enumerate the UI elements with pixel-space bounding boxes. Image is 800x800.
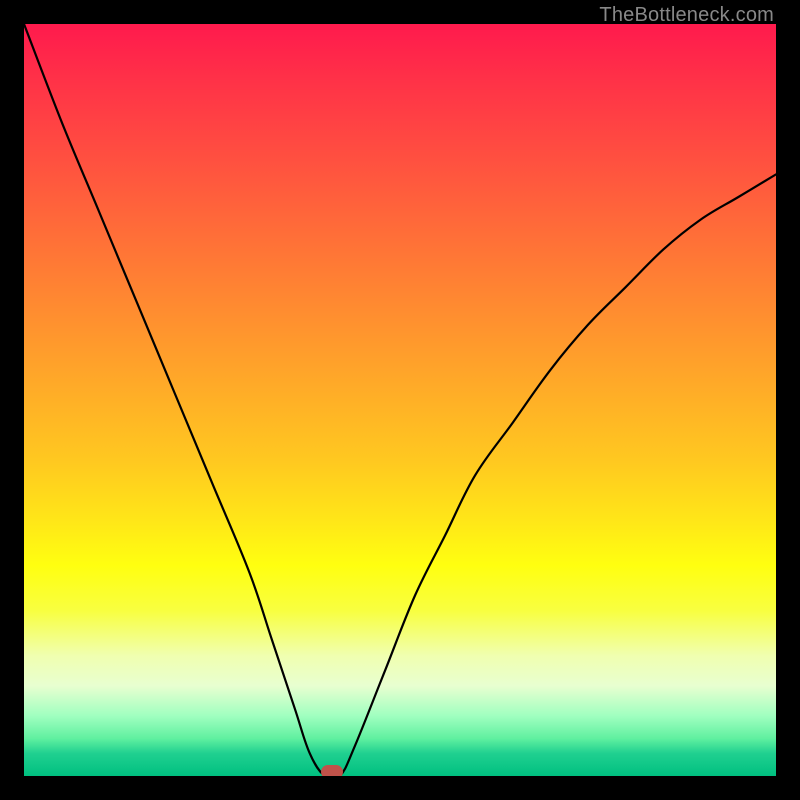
curve-svg bbox=[24, 24, 776, 776]
optimum-marker bbox=[321, 765, 343, 776]
plot-area bbox=[24, 24, 776, 776]
watermark-text: TheBottleneck.com bbox=[599, 4, 774, 27]
bottleneck-curve bbox=[24, 24, 776, 776]
chart-frame: TheBottleneck.com bbox=[0, 0, 800, 800]
